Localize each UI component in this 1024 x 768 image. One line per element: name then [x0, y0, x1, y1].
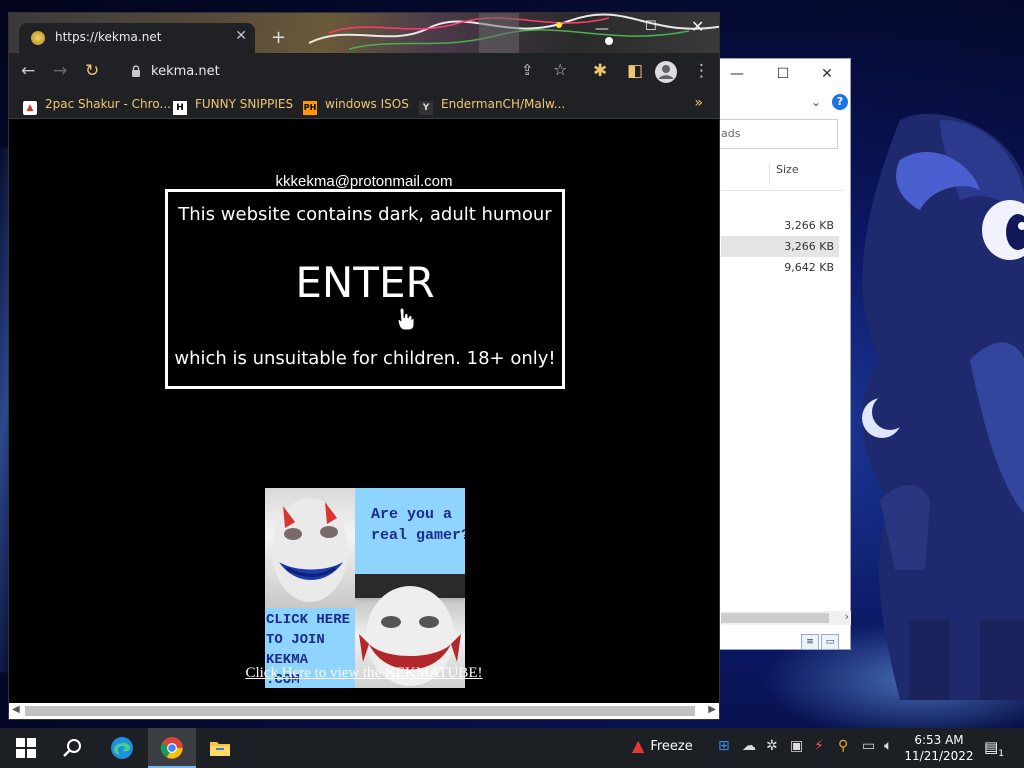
file-explorer-window[interactable]: — ☐ ✕ ⌄ ? ads Size 3,266 KB 3,266 KB 9,6… [700, 58, 851, 650]
taskbar-clock[interactable]: 6:53 AM 11/21/2022 [904, 732, 974, 764]
enter-link[interactable]: ENTER [168, 258, 562, 307]
file-row[interactable]: 9,642 KB [721, 257, 839, 278]
clock-time: 6:53 AM [914, 733, 964, 747]
explorer-file-list: 3,266 KB 3,266 KB 9,642 KB [721, 215, 839, 278]
file-explorer-taskbar-icon[interactable] [208, 736, 232, 760]
bookmark-favicon-icon: PH [303, 101, 317, 115]
chevron-down-icon[interactable]: ⌄ [811, 95, 821, 109]
page-content: kkkekma@protonmail.com This website cont… [9, 119, 719, 703]
tab-strip: https://kekma.net ✕ + — ☐ ✕ [9, 13, 719, 53]
scroll-left-icon[interactable]: ◀ [12, 704, 20, 715]
scroll-right-icon[interactable]: ▶ [708, 704, 716, 715]
clown-face-image [265, 488, 355, 608]
freeze-tray-item[interactable]: ▲ Freeze [632, 736, 693, 755]
notification-count: 1 [998, 749, 1004, 759]
banner-question-text: Are you a real gamer? [371, 506, 465, 544]
clock-date: 11/21/2022 [904, 749, 974, 763]
profile-avatar-icon[interactable] [655, 61, 677, 83]
side-panel-icon[interactable]: ◧ [627, 61, 643, 81]
forward-arrow-icon[interactable]: → [53, 61, 67, 81]
tab-kekma[interactable]: https://kekma.net ✕ [19, 23, 255, 53]
cloud-offline-icon[interactable]: ☁ [742, 738, 756, 754]
reload-icon[interactable]: ↻ [85, 61, 99, 81]
bookmark-favicon-icon: Y [419, 101, 433, 115]
chrome-taskbar-icon[interactable] [160, 736, 184, 760]
warning-top-text: This website contains dark, adult humour [178, 204, 552, 225]
bookmark-favicon-icon: ▲ [23, 101, 37, 115]
gear-icon[interactable]: ✲ [766, 738, 778, 754]
freeze-label: Freeze [650, 739, 693, 754]
bookmarks-bar: ▲ 2pac Shakur - Chro... H FUNNY SNIPPIES P… [9, 91, 719, 119]
browser-theme-art [309, 13, 719, 53]
kekmatube-link[interactable]: Click Here to view the KEKMATUBE! [9, 665, 719, 682]
details-view-icon[interactable]: ≡ [801, 634, 819, 650]
bookmark-label: FUNNY SNIPPIES [195, 97, 294, 111]
key-search-icon[interactable]: ⚲ [838, 738, 848, 754]
favicon-icon [31, 31, 45, 45]
start-windows-icon[interactable] [14, 736, 38, 760]
file-row[interactable]: 3,266 KB [721, 215, 839, 236]
bookmark-windows-isos[interactable]: PH windows ISOS [303, 97, 409, 115]
bookmark-label: EndermanCH/Malw... [441, 97, 566, 111]
column-size[interactable]: Size [769, 163, 799, 185]
new-tab-icon[interactable]: + [271, 27, 286, 48]
page-horizontal-scrollbar[interactable]: ◀ ▶ [9, 703, 719, 719]
help-icon[interactable]: ? [832, 94, 848, 110]
close-window-icon[interactable]: ✕ [691, 17, 704, 36]
minimize-icon[interactable]: — [595, 21, 609, 37]
explorer-search-input[interactable]: ads [716, 119, 838, 149]
bookmark-favicon-icon: H [173, 101, 187, 115]
bookmark-star-icon[interactable]: ☆ [553, 60, 567, 79]
volume-icon[interactable]: 🔈︎ [884, 738, 892, 754]
file-row[interactable]: 3,266 KB [721, 236, 839, 257]
freeze-warning-icon: ▲ [632, 736, 645, 755]
share-icon[interactable]: ⇪ [521, 61, 534, 79]
maximize-icon[interactable]: ☐ [645, 19, 657, 34]
chrome-window: https://kekma.net ✕ + — ☐ ✕ ← → ↻ kekma.… [8, 12, 720, 720]
hand-cursor-icon [397, 307, 415, 331]
explorer-minimize-icon[interactable]: — [727, 65, 747, 83]
explorer-titlebar: — ☐ ✕ [701, 59, 850, 89]
back-arrow-icon[interactable]: ← [21, 61, 35, 81]
large-icons-view-icon[interactable]: ▭ [821, 634, 839, 650]
url-text[interactable]: kekma.net [151, 64, 220, 79]
scrollbar-thumb[interactable] [721, 613, 829, 623]
taskbar: ▲ Freeze ⊞ ☁ ✲ ▣ ⚡ ⚲ ▭ 🔈︎ 6:53 AM 11/21/2… [0, 728, 1024, 768]
close-tab-icon[interactable]: ✕ [235, 28, 247, 44]
warning-bottom-text: which is unsuitable for children. 18+ on… [174, 348, 556, 369]
kekma-banner-image[interactable]: Are you a real gamer? CLICK HERE TO JOIN… [265, 488, 465, 688]
explorer-close-icon[interactable]: ✕ [817, 65, 837, 83]
pony-illustration [861, 113, 1024, 700]
scrollbar-thumb[interactable] [25, 706, 695, 716]
bookmark-label: 2pac Shakur - Chro... [45, 97, 171, 111]
browser-toolbar: ← → ↻ kekma.net ⇪ ☆ ✱ ◧ ⋮ [9, 53, 719, 91]
notification-center-icon[interactable]: ▤1 [984, 738, 1004, 759]
windows-tray-icon[interactable]: ⊞ [718, 738, 730, 754]
bookmark-endermanch[interactable]: Y EndermanCH/Malw... [419, 97, 565, 115]
network-icon[interactable]: ▭ [862, 738, 875, 754]
bookmark-2pac[interactable]: ▲ 2pac Shakur - Chro... [23, 97, 171, 115]
lock-icon [132, 65, 140, 77]
bookmarks-overflow-icon[interactable]: » [694, 95, 703, 111]
explorer-column-header: Size [721, 159, 843, 191]
edge-browser-icon[interactable] [110, 736, 134, 760]
question-panel: Are you a real gamer? [355, 488, 465, 574]
explorer-ribbon: ⌄ ? [701, 91, 850, 117]
explorer-maximize-icon[interactable]: ☐ [773, 65, 793, 83]
camera-icon[interactable]: ▣ [790, 738, 803, 754]
bookmark-label: windows ISOS [325, 97, 409, 111]
address-bar[interactable]: kekma.net ⇪ ☆ [121, 58, 581, 86]
extensions-icon[interactable]: ✱ [593, 61, 607, 81]
bookmark-funny-snippies[interactable]: H FUNNY SNIPPIES [173, 97, 293, 115]
search-icon[interactable] [60, 736, 84, 760]
no-signal-icon[interactable]: ⚡ [814, 738, 824, 754]
menu-kebab-icon[interactable]: ⋮ [693, 61, 710, 81]
contact-email: kkkekma@protonmail.com [275, 173, 453, 190]
tab-title: https://kekma.net [55, 30, 162, 44]
explorer-horizontal-scrollbar[interactable]: › [721, 610, 851, 625]
chevron-right-icon[interactable]: › [845, 610, 849, 623]
explorer-view-buttons: ≡ ▭ [801, 629, 841, 650]
age-warning-box: This website contains dark, adult humour… [165, 189, 565, 389]
